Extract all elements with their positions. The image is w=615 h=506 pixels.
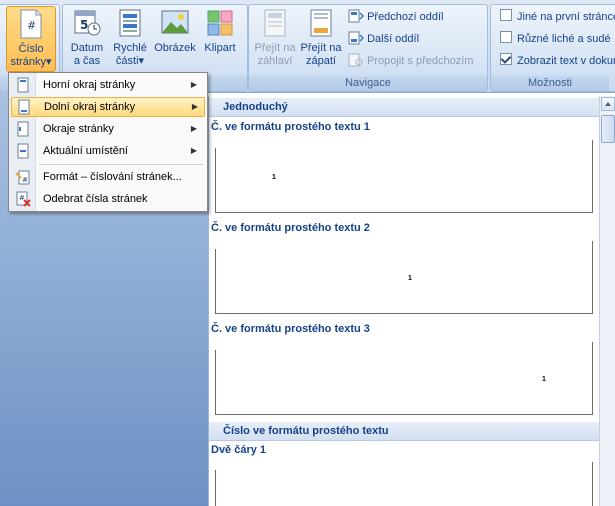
gallery-item-plain-number-3[interactable]: 1 (215, 342, 593, 415)
next-section-button[interactable]: Další oddíl (348, 30, 419, 48)
gallery-scrollbar[interactable] (599, 96, 615, 506)
checkbox-icon (500, 31, 512, 43)
menu-item-format-page-numbers[interactable]: # Formát – číslování stránek... (11, 167, 203, 187)
clipart-icon (207, 10, 233, 36)
previous-section-button[interactable]: Předchozí oddíl (348, 8, 444, 26)
top-of-page-icon (17, 77, 29, 93)
category-header-simple: Jednoduchý (209, 98, 600, 117)
gallery-item-plain-number-2[interactable]: 1 (215, 241, 593, 314)
goto-header-icon (264, 9, 286, 37)
checkbox-checked-icon (500, 53, 512, 65)
remove-page-numbers-icon: # (16, 191, 31, 207)
show-document-text-checkbox[interactable]: Zobrazit text v dokumentu (500, 52, 615, 70)
bottom-of-page-icon (18, 99, 30, 115)
quick-parts-icon (119, 9, 141, 37)
chevron-up-icon (605, 102, 611, 106)
link-icon (348, 53, 363, 67)
gallery-item-plain-number-1[interactable]: 1 (215, 140, 593, 213)
submenu-arrow-icon: ▶ (190, 146, 197, 155)
clipart-button[interactable]: Klipart (200, 8, 240, 70)
gallery-item-title: Dvě čáry 1 (211, 444, 267, 456)
chevron-down-icon: ▾ (45, 56, 52, 68)
gallery-item-two-lines-1[interactable] (215, 462, 593, 506)
goto-header-button[interactable]: Přejít na záhlaví (252, 8, 298, 70)
goto-footer-icon (310, 9, 332, 37)
gallery-item-title: Č. ve formátu prostého textu 1 (211, 121, 370, 133)
submenu-arrow-icon: ▶ (190, 124, 197, 133)
calendar-clock-icon: 5 (74, 10, 101, 36)
current-position-icon (17, 143, 29, 159)
footer-gallery: Jednoduchý Č. ve formátu prostého textu … (208, 96, 600, 506)
menu-separator (39, 164, 203, 165)
page-number-icon: # (20, 9, 42, 39)
page-number-menu: Horní okraj stránky ▶ Dolní okraj stránk… (8, 72, 208, 212)
link-to-previous-button[interactable]: Propojit s předchozím (348, 52, 473, 70)
svg-text:#: # (22, 176, 28, 184)
previous-section-icon (348, 9, 365, 23)
gallery-item-title: Č. ve formátu prostého textu 3 (211, 323, 370, 335)
picture-button[interactable]: Obrázek (152, 8, 198, 70)
chevron-down-icon: ▾ (138, 55, 145, 67)
scroll-thumb[interactable] (601, 115, 615, 143)
menu-item-bottom-of-page[interactable]: Dolní okraj stránky ▶ (11, 97, 205, 117)
format-page-numbers-icon: # (15, 170, 30, 185)
page-number-button[interactable]: # Číslo stránky▾ (6, 6, 56, 72)
page-margins-icon (17, 121, 29, 137)
different-odd-even-checkbox[interactable]: Různé liché a sudé (500, 30, 611, 48)
svg-text:#: # (27, 19, 36, 32)
different-first-page-checkbox[interactable]: Jiné na první stránce (500, 8, 615, 26)
menu-item-current-position[interactable]: Aktuální umístění ▶ (11, 141, 203, 161)
menu-item-page-margins[interactable]: Okraje stránky ▶ (11, 119, 203, 139)
navigation-group-label: Navigace (249, 76, 487, 91)
page-number-preview: 1 (542, 376, 546, 383)
svg-text:5: 5 (80, 18, 88, 32)
menu-item-remove-page-numbers[interactable]: # Odebrat čísla stránek (11, 189, 203, 209)
quick-parts-button[interactable]: Rychlé části▾ (110, 8, 150, 70)
page-number-preview: 1 (408, 275, 412, 282)
page-number-preview: 1 (272, 174, 276, 181)
picture-icon (161, 10, 189, 34)
category-header-plain-number: Číslo ve formátu prostého textu (209, 422, 600, 441)
submenu-arrow-icon: ▶ (191, 102, 198, 111)
next-section-icon (348, 31, 365, 45)
options-group-label: Možnosti (491, 76, 609, 91)
scroll-up-button[interactable] (601, 97, 615, 111)
menu-item-top-of-page[interactable]: Horní okraj stránky ▶ (11, 75, 203, 95)
submenu-arrow-icon: ▶ (190, 80, 197, 89)
checkbox-icon (500, 9, 512, 21)
goto-footer-button[interactable]: Přejít na zápatí (298, 8, 344, 70)
date-time-button[interactable]: 5 Datum a čas (66, 8, 108, 70)
gallery-item-title: Č. ve formátu prostého textu 2 (211, 222, 370, 234)
